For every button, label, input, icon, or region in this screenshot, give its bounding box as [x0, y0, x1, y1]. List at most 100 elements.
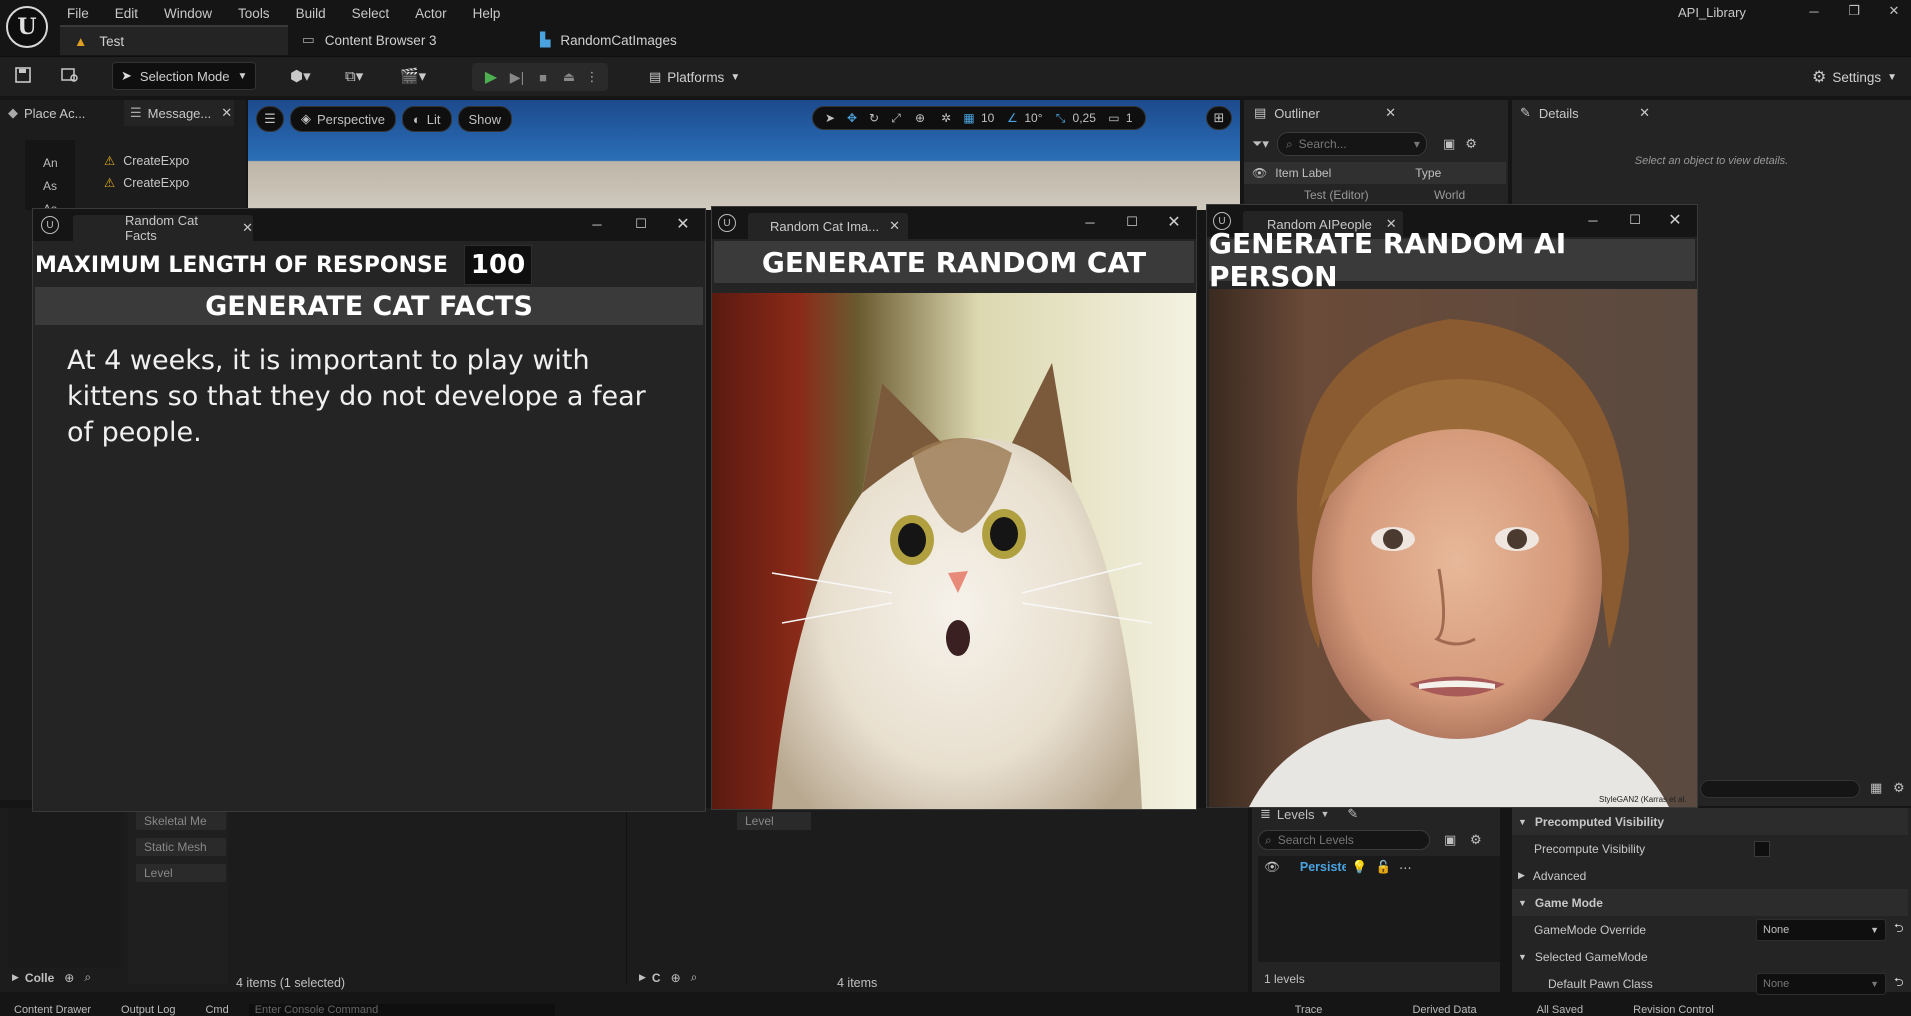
tab-details[interactable]: ✎ Details ✕	[1512, 100, 1658, 126]
select-mode-icon[interactable]: ➤	[819, 111, 841, 125]
hamburger-menu-icon[interactable]: ☰	[256, 106, 284, 132]
category-item[interactable]: As	[43, 175, 75, 198]
filter-static-mesh[interactable]: Static Mesh	[136, 838, 226, 856]
camera-speed-icon[interactable]: ▭	[1104, 111, 1124, 125]
add-collection-icon[interactable]: ⊕	[671, 971, 681, 985]
levels-search-input[interactable]: ⌕ Search Levels	[1258, 830, 1430, 850]
browse-icon[interactable]: ⮌	[1894, 973, 1904, 994]
trace-dropdown[interactable]: Trace	[1295, 1004, 1323, 1016]
outliner-search-input[interactable]: ⌕ Search... ▾	[1276, 132, 1427, 156]
max-length-input[interactable]: 100	[463, 245, 533, 285]
add-folder-icon[interactable]: ▣	[1443, 136, 1455, 152]
restore-icon[interactable]: ❐	[1834, 3, 1874, 19]
close-icon[interactable]: ✕	[1874, 3, 1911, 19]
tab-level-test[interactable]: ▲ Test	[60, 25, 288, 55]
default-pawn-dropdown[interactable]: None ▼	[1756, 972, 1886, 995]
perspective-button[interactable]: ◈ Perspective	[290, 106, 396, 132]
unreal-logo-icon[interactable]: U	[6, 6, 48, 48]
section-selected-gamemode[interactable]: ▼ Selected GameMode	[1512, 943, 1908, 970]
tab-outliner[interactable]: ▤ Outliner ✕	[1244, 100, 1404, 126]
edit-icon[interactable]: ✎	[1347, 806, 1358, 822]
close-icon[interactable]: ✕	[221, 105, 232, 121]
tab-place-actors[interactable]: ◆ Place Ac...	[0, 100, 122, 126]
section-advanced[interactable]: ▶ Advanced	[1512, 862, 1908, 889]
cat-images-tab[interactable]: Random Cat Ima... ✕	[748, 213, 908, 239]
cat-facts-tab[interactable]: Random Cat Facts ✕	[73, 213, 253, 243]
generate-cat-facts-button[interactable]: GENERATE CAT FACTS	[35, 287, 703, 325]
all-saved-button[interactable]: All Saved	[1537, 1004, 1583, 1016]
gear-icon[interactable]: ⚙	[1465, 136, 1477, 152]
close-icon[interactable]: ✕	[242, 220, 253, 236]
section-game-mode[interactable]: ▼ Game Mode	[1512, 889, 1908, 916]
scale-snap-icon[interactable]: ⤡	[1051, 111, 1071, 126]
lock-icon[interactable]: 🔓	[1375, 860, 1391, 875]
lit-button[interactable]: ◐ Lit	[401, 106, 452, 132]
blueprints-icon[interactable]: ⧉▾	[345, 67, 363, 85]
tab-content-browser-3[interactable]: ▭ Content Browser 3	[288, 26, 526, 54]
derived-data-button[interactable]: Derived Data	[1412, 1004, 1476, 1016]
add-level-icon[interactable]: ▣	[1444, 832, 1456, 848]
menu-actor[interactable]: Actor	[415, 6, 447, 21]
rotate-icon[interactable]: ↻	[863, 111, 885, 125]
gamemode-override-dropdown[interactable]: None ▼	[1756, 918, 1886, 941]
minimize-icon[interactable]: ─	[1068, 207, 1112, 237]
minimize-icon[interactable]: ─	[1794, 4, 1834, 19]
precompute-visibility-checkbox[interactable]	[1754, 840, 1770, 857]
visibility-icon[interactable]: 👁	[1264, 860, 1280, 875]
output-log-button[interactable]: Output Log	[121, 1004, 175, 1016]
add-collection-icon[interactable]: ⊕	[64, 971, 74, 985]
browse-content-icon[interactable]	[60, 66, 80, 84]
expand-arrow-icon[interactable]: ▶	[12, 972, 19, 983]
cmd-dropdown[interactable]: Cmd	[205, 1004, 228, 1016]
tab-message-log[interactable]: ☰ Message... ✕	[124, 100, 234, 126]
step-icon[interactable]: ▶|	[504, 69, 530, 86]
translate-icon[interactable]: ✥	[841, 111, 863, 125]
hierarchy-icon[interactable]: ⋯	[1399, 860, 1412, 875]
surface-snap-icon[interactable]: ✲	[933, 111, 959, 125]
menu-select[interactable]: Select	[352, 6, 390, 21]
visibility-icon[interactable]: 👁	[1252, 166, 1267, 180]
angle-snap-icon[interactable]: ∠	[1002, 111, 1022, 125]
stop-icon[interactable]: ■	[530, 70, 556, 85]
menu-edit[interactable]: Edit	[115, 6, 138, 21]
revision-control-button[interactable]: Revision Control	[1633, 1004, 1714, 1016]
menu-help[interactable]: Help	[473, 6, 501, 21]
menu-build[interactable]: Build	[296, 6, 326, 21]
content-drawer-button[interactable]: Content Drawer	[14, 1004, 91, 1016]
platforms-dropdown[interactable]: ▤ Platforms ▼	[643, 63, 746, 91]
maximize-icon[interactable]: ☐	[619, 209, 663, 239]
scale-icon[interactable]: ⤢	[885, 111, 907, 126]
filter-level[interactable]: Level	[136, 864, 226, 882]
close-icon[interactable]: ✕	[1385, 105, 1396, 121]
cat-facts-titlebar[interactable]: U Random Cat Facts ✕ ─ ☐ ✕	[33, 209, 705, 243]
message-item[interactable]: ⚠ CreateExpo	[88, 150, 218, 172]
eject-icon[interactable]: ⏏	[556, 69, 582, 85]
search-icon[interactable]: ⌕	[84, 970, 91, 985]
table-view-icon[interactable]: ▦	[1870, 780, 1882, 796]
grid-snap-icon[interactable]: ▦	[959, 111, 979, 125]
more-options-icon[interactable]: ⋮	[582, 69, 602, 85]
settings-dropdown[interactable]: ⚙ Settings ▼	[1812, 63, 1897, 91]
filter-icon[interactable]: ⏷▾	[1252, 136, 1269, 152]
close-icon[interactable]: ✕	[1639, 105, 1650, 121]
expand-arrow-icon[interactable]: ▶	[639, 972, 646, 983]
gear-icon[interactable]: ⚙	[1470, 832, 1482, 848]
selection-mode-dropdown[interactable]: ➤ Selection Mode ▼	[112, 62, 256, 90]
section-precomputed-visibility[interactable]: ▼ Precomputed Visibility	[1512, 808, 1908, 835]
menu-tools[interactable]: Tools	[238, 6, 270, 21]
world-space-icon[interactable]: ⊕	[907, 111, 933, 125]
play-icon[interactable]: ▶	[478, 67, 504, 87]
filter-level-2[interactable]: Level	[737, 812, 811, 830]
search-icon[interactable]: ⌕	[691, 970, 698, 985]
cinematics-icon[interactable]: 🎬▾	[400, 67, 426, 85]
add-actor-icon[interactable]: ⬢▾	[290, 67, 311, 85]
maximize-icon[interactable]: ☐	[1110, 207, 1154, 237]
viewport-layout-icon[interactable]: ⊞	[1206, 106, 1232, 130]
menu-file[interactable]: File	[67, 6, 89, 21]
save-icon[interactable]	[14, 66, 32, 84]
close-icon[interactable]: ✕	[1152, 207, 1196, 237]
details-search-input[interactable]	[1700, 780, 1860, 798]
message-item[interactable]: ⚠ CreateExpo	[88, 172, 218, 194]
generate-random-ai-person-button[interactable]: GENERATE RANDOM AI PERSON	[1209, 227, 1695, 293]
generate-random-cat-button[interactable]: GENERATE RANDOM CAT	[714, 241, 1194, 283]
